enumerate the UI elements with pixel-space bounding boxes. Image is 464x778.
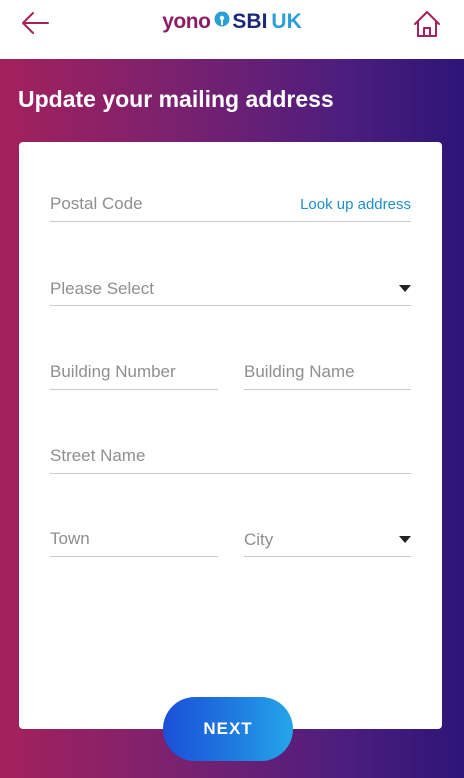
building-number-field [50, 355, 218, 390]
address-select-value: Please Select [50, 279, 154, 298]
postal-code-field: Look up address [50, 187, 411, 222]
building-number-input[interactable] [50, 355, 218, 389]
logo-yono-text: yono [162, 10, 211, 34]
look-up-address-link[interactable]: Look up address [300, 196, 411, 213]
logo-region-text: UK [271, 10, 302, 34]
app-header: yono SBI UK [0, 0, 464, 59]
sbi-logo-icon [214, 9, 230, 33]
street-name-field [50, 439, 411, 474]
home-icon [414, 11, 440, 37]
building-name-field [244, 355, 411, 390]
building-name-input[interactable] [244, 355, 411, 389]
page-title: Update your mailing address [18, 86, 334, 112]
address-select[interactable]: Please Select [50, 271, 411, 306]
chevron-down-icon [399, 536, 411, 543]
yono-sbi-uk-logo: yono SBI UK [0, 9, 464, 36]
logo-sbi-text: SBI [232, 10, 268, 34]
city-select[interactable]: City [244, 522, 411, 557]
home-button[interactable] [412, 9, 442, 39]
town-field [50, 522, 218, 557]
city-select-value: City [244, 530, 274, 549]
street-name-input[interactable] [50, 439, 411, 473]
address-form-card: Look up address Please Select City [19, 142, 442, 729]
next-button[interactable]: NEXT [163, 697, 293, 761]
chevron-down-icon [399, 285, 411, 292]
town-input[interactable] [50, 522, 218, 556]
